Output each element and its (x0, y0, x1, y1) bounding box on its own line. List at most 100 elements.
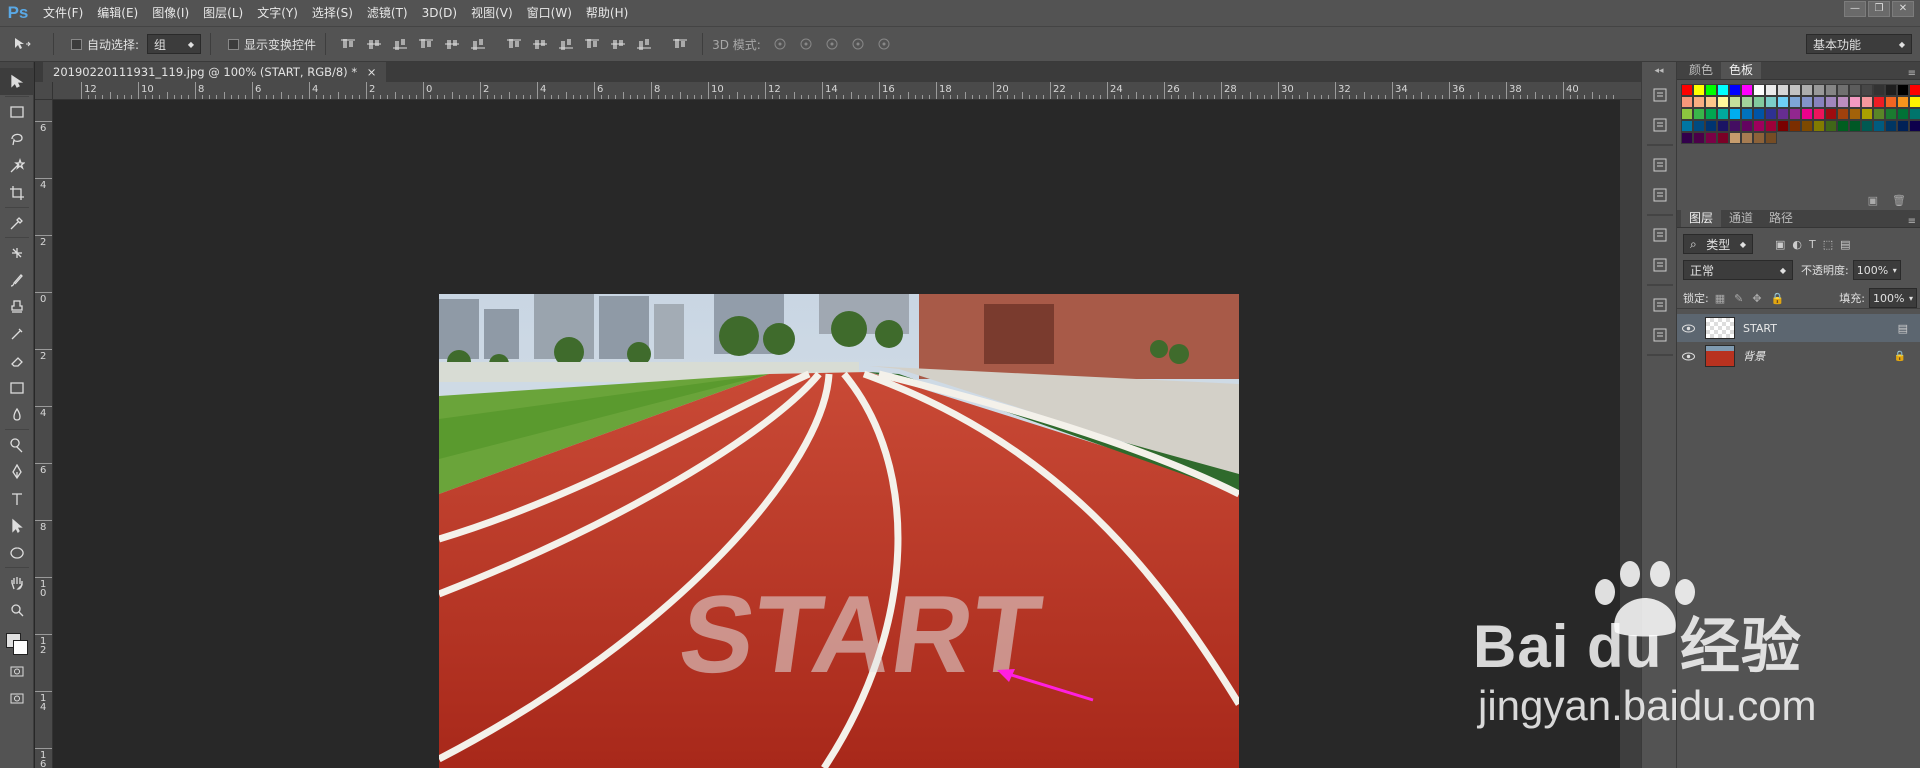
menu-item-10[interactable]: 帮助(H) (579, 0, 635, 26)
quick-mask-button[interactable] (0, 657, 34, 684)
document-tab[interactable]: 20190220111931_119.jpg @ 100% (START, RG… (43, 62, 387, 82)
close-button[interactable]: ✕ (1892, 1, 1914, 17)
color-swatch[interactable] (1885, 108, 1897, 120)
adjustment-filter-icon[interactable]: ◐ (1792, 238, 1802, 251)
color-swatch[interactable] (1837, 84, 1849, 96)
color-swatch[interactable] (1693, 108, 1705, 120)
screen-mode-button[interactable] (0, 684, 34, 711)
ellipse-tool[interactable] (0, 539, 34, 566)
color-swatch[interactable] (1705, 96, 1717, 108)
fill-input[interactable]: 100% ▾ (1869, 288, 1917, 308)
color-swatch[interactable] (1693, 132, 1705, 144)
character-panel-button[interactable] (1642, 220, 1678, 250)
menu-item-9[interactable]: 窗口(W) (520, 0, 579, 26)
color-swatch[interactable] (1813, 120, 1825, 132)
marquee-tool[interactable] (0, 98, 34, 125)
color-swatch[interactable] (1885, 120, 1897, 132)
blend-mode-dropdown[interactable]: 正常 ◆ (1683, 260, 1793, 280)
smart-object-filter-icon[interactable]: ▤ (1840, 238, 1850, 251)
color-swatch[interactable] (1861, 108, 1873, 120)
lock-all-icon[interactable]: 🔒 (1771, 292, 1785, 305)
tab-channels[interactable]: 通道 (1721, 210, 1761, 227)
color-swatch[interactable] (1753, 108, 1765, 120)
color-swatch[interactable] (1849, 84, 1861, 96)
color-swatch[interactable] (1873, 96, 1885, 108)
color-swatch[interactable] (1789, 96, 1801, 108)
color-swatch[interactable] (1741, 132, 1753, 144)
color-swatch[interactable] (1681, 84, 1693, 96)
color-swatch[interactable] (1717, 96, 1729, 108)
color-swatch[interactable] (1897, 120, 1909, 132)
crop-tool[interactable] (0, 179, 34, 206)
dodge-tool[interactable] (0, 431, 34, 458)
menu-item-6[interactable]: 滤镜(T) (360, 0, 415, 26)
color-swatch[interactable] (1765, 120, 1777, 132)
adjustments-panel-button[interactable] (1642, 180, 1678, 210)
align-vertical-centers-button[interactable] (364, 34, 384, 54)
color-swatch[interactable] (1717, 120, 1729, 132)
actions-panel-button[interactable] (1642, 110, 1678, 140)
tab-color[interactable]: 颜色 (1681, 62, 1721, 79)
gradient-tool[interactable] (0, 374, 34, 401)
pen-tool[interactable] (0, 458, 34, 485)
pan-3d-button[interactable] (822, 34, 842, 54)
menu-item-0[interactable]: 文件(F) (36, 0, 90, 26)
color-swatch[interactable] (1705, 84, 1717, 96)
color-swatch[interactable] (1705, 120, 1717, 132)
distribute-hcenter-button[interactable] (608, 34, 628, 54)
color-swatch[interactable] (1873, 108, 1885, 120)
color-swatch[interactable] (1741, 84, 1753, 96)
color-swatch[interactable] (1681, 96, 1693, 108)
color-swatch[interactable] (1705, 132, 1717, 144)
color-swatch[interactable] (1741, 108, 1753, 120)
pixel-filter-icon[interactable]: ▣ (1775, 238, 1785, 251)
lock-pixels-icon[interactable]: ✎ (1734, 292, 1743, 305)
color-swatch[interactable] (1777, 120, 1789, 132)
collapse-dock-icon[interactable]: ◂◂ (1642, 62, 1676, 80)
type-tool[interactable] (0, 485, 34, 512)
vertical-ruler[interactable]: 6 4 2 0 2 4 6 8 10 12 14 16 (35, 100, 53, 768)
menu-item-3[interactable]: 图层(L) (196, 0, 250, 26)
opacity-input[interactable]: 100% ▾ (1852, 260, 1901, 280)
color-swatch[interactable] (1789, 120, 1801, 132)
history-panel-button[interactable] (1642, 80, 1678, 110)
ruler-corner[interactable] (35, 82, 53, 100)
lock-position-icon[interactable]: ✥ (1752, 292, 1761, 305)
history-brush-tool[interactable] (0, 320, 34, 347)
layer-filter-dropdown[interactable]: ⌕ 类型 ◆ (1683, 234, 1753, 254)
eraser-tool[interactable] (0, 347, 34, 374)
color-swatch[interactable] (1861, 120, 1873, 132)
color-swatch[interactable] (1909, 96, 1920, 108)
close-tab-icon[interactable]: × (367, 65, 377, 79)
color-swatch[interactable] (1765, 108, 1777, 120)
color-swatch[interactable] (1717, 108, 1729, 120)
color-swatch[interactable] (1861, 96, 1873, 108)
color-swatch[interactable] (1693, 96, 1705, 108)
color-swatch[interactable] (1801, 132, 1813, 144)
show-transform-checkbox[interactable] (228, 38, 240, 50)
color-swatch[interactable] (1801, 108, 1813, 120)
color-swatch[interactable] (1837, 120, 1849, 132)
color-swatch[interactable] (1789, 84, 1801, 96)
minimize-button[interactable]: — (1844, 1, 1866, 17)
color-swatch[interactable] (1825, 96, 1837, 108)
color-swatch[interactable] (1789, 132, 1801, 144)
color-swatch[interactable] (1765, 132, 1777, 144)
spot-heal-tool[interactable] (0, 239, 34, 266)
align-bottom-edges-button[interactable] (390, 34, 410, 54)
zoom-tool[interactable] (0, 596, 34, 623)
menu-item-7[interactable]: 3D(D) (415, 0, 464, 26)
color-swatch[interactable] (1729, 84, 1741, 96)
color-swatch[interactable] (1825, 84, 1837, 96)
color-swatch[interactable] (1849, 120, 1861, 132)
auto-select-checkbox[interactable] (71, 38, 82, 50)
color-swatch[interactable] (1909, 84, 1920, 96)
color-swatch[interactable] (1825, 120, 1837, 132)
color-swatch[interactable] (1813, 108, 1825, 120)
layer-row-background[interactable]: 背景 🔒 (1677, 342, 1920, 370)
color-swatch[interactable] (1837, 108, 1849, 120)
restore-button[interactable]: ❐ (1868, 1, 1890, 17)
scale-3d-button[interactable] (874, 34, 894, 54)
auto-select-dropdown[interactable]: 组 ◆ (147, 34, 202, 54)
move-tool[interactable] (0, 68, 34, 95)
